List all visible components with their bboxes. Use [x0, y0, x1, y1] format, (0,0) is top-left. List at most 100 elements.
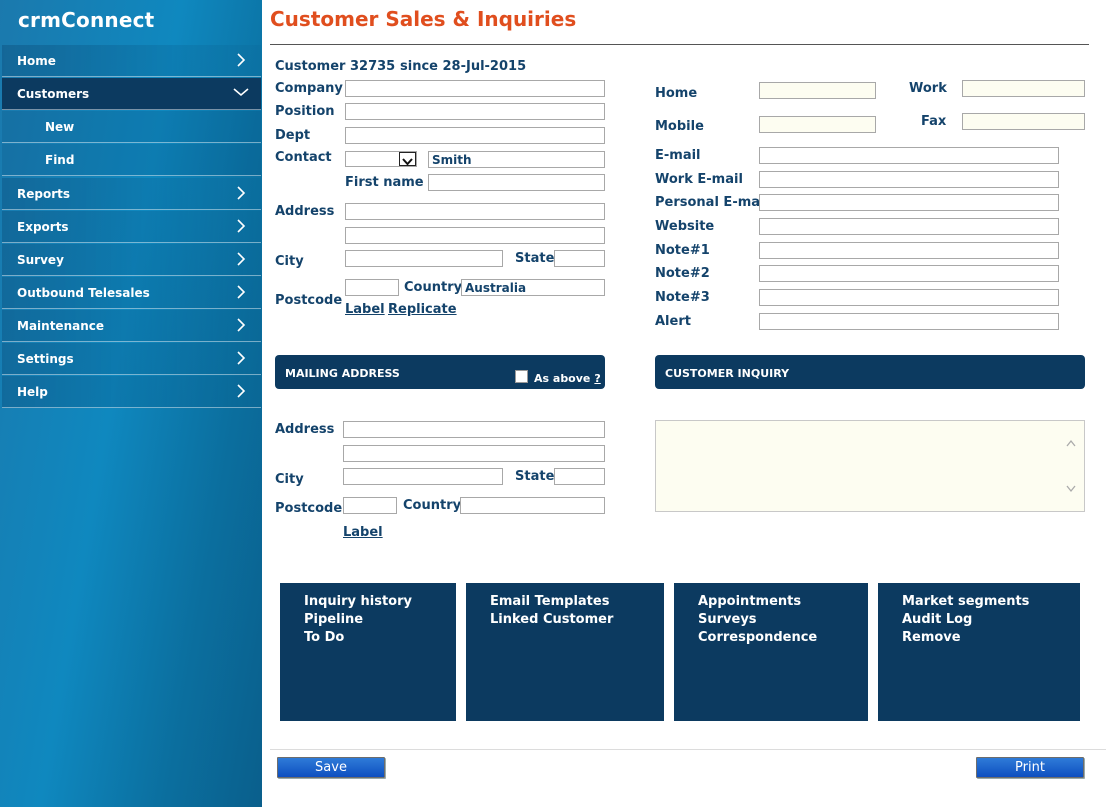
sidebar-item-exports[interactable]: Exports: [2, 211, 261, 243]
work-email-input[interactable]: [759, 171, 1059, 188]
page-title: Customer Sales & Inquiries: [270, 7, 577, 31]
address-label: Address: [275, 204, 335, 219]
as-above-label: As above?: [534, 372, 601, 385]
sidebar-item-label: Home: [17, 54, 56, 68]
note1-label: Note#1: [655, 243, 710, 258]
inquiry-history-link[interactable]: Inquiry history: [304, 594, 412, 609]
note1-input[interactable]: [759, 242, 1059, 259]
address-line2-input[interactable]: [345, 227, 605, 244]
fax-label: Fax: [921, 114, 947, 129]
sidebar-item-maintenance[interactable]: Maintenance: [2, 310, 261, 342]
app-brand: crmConnect: [18, 8, 155, 32]
mailing-state-label: State: [515, 469, 555, 484]
chevron-right-icon: [237, 384, 246, 398]
sidebar: crmConnect Home Customers New Find Repor…: [0, 0, 262, 807]
sidebar-item-outbound-telesales[interactable]: Outbound Telesales: [2, 277, 261, 309]
sidebar-item-customers[interactable]: Customers: [2, 78, 261, 110]
correspondence-link[interactable]: Correspondence: [698, 630, 817, 645]
city-input[interactable]: [345, 250, 503, 267]
chevron-right-icon: [237, 53, 246, 67]
state-input[interactable]: [554, 250, 605, 267]
help-link[interactable]: ?: [594, 372, 600, 385]
chevron-right-icon: [237, 318, 246, 332]
alert-label: Alert: [655, 314, 691, 329]
mailing-address-header: MAILING ADDRESS As above?: [275, 355, 605, 389]
surname-input[interactable]: [428, 151, 605, 168]
company-input[interactable]: [345, 80, 605, 97]
sidebar-item-find[interactable]: Find: [2, 144, 261, 176]
replicate-link[interactable]: Replicate: [388, 302, 457, 317]
chevron-right-icon: [237, 186, 246, 200]
linked-customer-link[interactable]: Linked Customer: [490, 612, 613, 627]
work-email-label: Work E-mail: [655, 172, 743, 187]
remove-link[interactable]: Remove: [902, 630, 961, 645]
pipeline-link[interactable]: Pipeline: [304, 612, 363, 627]
customer-inquiry-title: CUSTOMER INQUIRY: [665, 367, 790, 380]
mailing-country-label: Country: [403, 498, 462, 513]
as-above-text: As above: [534, 372, 591, 385]
surveys-link[interactable]: Surveys: [698, 612, 757, 627]
mailing-city-label: City: [275, 472, 304, 487]
email-input[interactable]: [759, 147, 1059, 164]
postcode-input[interactable]: [345, 279, 399, 296]
chevron-down-icon[interactable]: [399, 152, 416, 166]
country-label: Country: [404, 280, 463, 295]
position-input[interactable]: [345, 103, 605, 120]
first-name-input[interactable]: [428, 174, 605, 191]
note2-input[interactable]: [759, 265, 1059, 282]
mailing-postcode-input[interactable]: [343, 497, 397, 514]
fax-input[interactable]: [962, 113, 1085, 130]
home-phone-input[interactable]: [759, 82, 876, 99]
mailing-state-input[interactable]: [554, 468, 605, 485]
position-label: Position: [275, 104, 335, 119]
note3-input[interactable]: [759, 289, 1059, 306]
alert-input[interactable]: [759, 313, 1059, 330]
website-input[interactable]: [759, 218, 1059, 235]
label-link[interactable]: Label: [345, 302, 385, 317]
sidebar-item-home[interactable]: Home: [2, 45, 261, 77]
audit-log-link[interactable]: Audit Log: [902, 612, 972, 627]
mailing-address-line1-input[interactable]: [343, 421, 605, 438]
footer-divider: [270, 749, 1106, 750]
mailing-address-line2-input[interactable]: [343, 445, 605, 462]
sidebar-item-help[interactable]: Help: [2, 376, 261, 408]
note2-label: Note#2: [655, 266, 710, 281]
email-templates-link[interactable]: Email Templates: [490, 594, 609, 609]
personal-email-input[interactable]: [759, 194, 1059, 211]
customer-inquiry-header: CUSTOMER INQUIRY: [655, 355, 1085, 389]
address-line1-input[interactable]: [345, 203, 605, 220]
sidebar-item-label: Outbound Telesales: [17, 286, 150, 300]
chevron-down-icon: [233, 88, 249, 97]
sidebar-item-reports[interactable]: Reports: [2, 178, 261, 210]
title-divider: [270, 44, 1089, 45]
work-phone-input[interactable]: [962, 80, 1085, 97]
mailing-label-link[interactable]: Label: [343, 525, 383, 540]
mailing-country-input[interactable]: [460, 497, 605, 514]
mailing-city-input[interactable]: [343, 468, 503, 485]
sidebar-item-label: Reports: [17, 187, 71, 201]
mailing-address-title: MAILING ADDRESS: [285, 367, 400, 380]
sidebar-item-label: Exports: [17, 220, 69, 234]
country-input[interactable]: [461, 279, 605, 296]
market-segments-link[interactable]: Market segments: [902, 594, 1029, 609]
first-name-label: First name: [345, 175, 424, 190]
city-label: City: [275, 254, 304, 269]
chevron-right-icon: [237, 351, 246, 365]
sidebar-item-settings[interactable]: Settings: [2, 343, 261, 375]
sidebar-item-survey[interactable]: Survey: [2, 244, 261, 276]
as-above-checkbox[interactable]: [515, 370, 528, 383]
appointments-link[interactable]: Appointments: [698, 594, 801, 609]
scroll-up-icon[interactable]: [1066, 439, 1076, 447]
action-box-history: Inquiry history Pipeline To Do: [280, 583, 456, 721]
home-phone-label: Home: [655, 86, 698, 101]
contact-title-select[interactable]: [345, 151, 417, 167]
print-button[interactable]: Print: [976, 757, 1084, 778]
mobile-input[interactable]: [759, 116, 876, 133]
sidebar-item-new[interactable]: New: [2, 111, 261, 143]
scroll-down-icon[interactable]: [1066, 485, 1076, 493]
todo-link[interactable]: To Do: [304, 630, 344, 645]
chevron-right-icon: [237, 252, 246, 266]
save-button[interactable]: Save: [277, 757, 385, 778]
dept-input[interactable]: [345, 127, 605, 144]
customer-inquiry-textarea[interactable]: [655, 420, 1085, 512]
